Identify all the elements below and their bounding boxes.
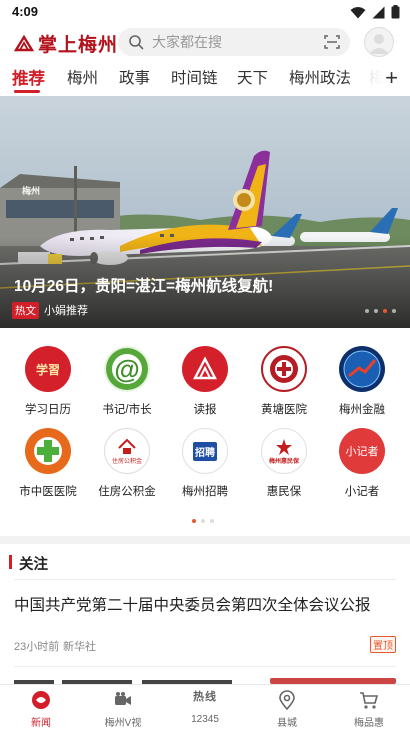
nav-news[interactable]: 新闻	[0, 685, 82, 729]
wifi-icon	[350, 6, 366, 18]
tcm-hospital-icon	[25, 428, 71, 474]
news-icon	[32, 691, 50, 709]
banner-dot	[365, 309, 369, 313]
service-young-reporter[interactable]: 小记者 小记者	[322, 428, 402, 499]
pinned-badge: 置顶	[370, 636, 396, 653]
tab-recommend[interactable]: 推荐	[12, 65, 45, 89]
follow-section: 关注 中国共产党第二十届中央委员会第四次全体会议公报 23小时前 新华社 置顶	[0, 544, 410, 684]
newspaper-icon	[182, 346, 228, 392]
nav-label: 新闻	[31, 718, 51, 729]
hotline-icon: 热线	[193, 691, 217, 703]
search-bar[interactable]: 大家都在搜	[118, 28, 350, 56]
service-secretary-mayor[interactable]: @ 书记/市长	[87, 346, 167, 417]
service-tcm-hospital[interactable]: 市中医医院	[8, 428, 88, 499]
nav-label: 梅州V视	[104, 718, 142, 729]
avatar[interactable]	[364, 27, 394, 57]
news-source: 新华社	[63, 641, 96, 653]
grid-pagination	[192, 519, 214, 523]
recruitment-icon: 招聘	[182, 428, 228, 474]
tab-world[interactable]: 天下	[237, 66, 268, 88]
divider	[14, 579, 396, 580]
service-label: 住房公积金	[98, 486, 156, 498]
service-insurance[interactable]: 梅州惠民保 惠民保	[244, 428, 324, 499]
service-label: 梅州金融	[339, 404, 385, 416]
service-label: 学习日历	[25, 404, 71, 416]
divider	[14, 666, 396, 667]
status-bar: 4:09	[0, 0, 410, 24]
next-news-partial[interactable]	[14, 674, 244, 684]
insurance-icon: 梅州惠民保	[261, 428, 307, 474]
grid-dot	[201, 519, 205, 523]
airport-sign: 梅州	[22, 185, 40, 197]
scan-icon[interactable]	[324, 34, 340, 50]
section-marker	[9, 555, 12, 569]
signal-icon	[372, 6, 385, 18]
service-label: 书记/市长	[102, 404, 152, 416]
banner-dot-active	[383, 309, 387, 313]
news-title[interactable]: 中国共产党第二十届中央委员会第四次全体会议公报	[14, 593, 394, 615]
bottom-nav: 新闻 梅州V视 热线 12345 县城 梅品惠	[0, 684, 410, 729]
service-label: 惠民保	[266, 486, 302, 498]
banner-carousel[interactable]: 梅州 10月26日，贵阳=湛江=梅州航线复航! 热文 小娟推荐	[0, 96, 410, 328]
video-icon	[115, 692, 131, 705]
app-header: 掌上梅州 大家都在搜	[0, 24, 410, 62]
at-mail-icon: @	[104, 346, 150, 392]
service-study-calendar[interactable]: 学習 学习日历	[8, 346, 88, 417]
service-huangtang-hospital[interactable]: 黄塘医院	[244, 346, 324, 417]
banner-source: 小娟推荐	[44, 305, 88, 317]
logo-text: 掌上梅州	[38, 34, 119, 56]
banner-title[interactable]: 10月26日，贵阳=湛江=梅州航线复航!	[14, 274, 273, 296]
channel-tabs: 推荐 梅州 政事 时间链 天下 梅州政法 梅 +	[0, 62, 410, 96]
study-calendar-icon: 学習	[25, 346, 71, 392]
young-reporter-icon: 小记者	[339, 428, 385, 474]
nav-video[interactable]: 梅州V视	[82, 685, 164, 729]
nav-label: 12345	[191, 714, 219, 725]
tab-meizhou[interactable]: 梅州	[67, 66, 98, 88]
service-finance[interactable]: 梅州金融	[322, 346, 402, 417]
service-housing-fund[interactable]: 住房公积金 住房公积金	[87, 428, 167, 499]
hot-tag: 热文	[12, 302, 39, 319]
banner-dot	[374, 309, 378, 313]
finance-icon	[339, 346, 385, 392]
tab-timeline[interactable]: 时间链	[171, 66, 218, 88]
grid-dot	[210, 519, 214, 523]
app-logo[interactable]: 掌上梅州	[14, 30, 118, 57]
nav-label: 梅品惠	[354, 718, 384, 729]
service-label: 市中医医院	[19, 486, 77, 498]
tab-fade	[344, 62, 384, 96]
service-label: 黄塘医院	[261, 404, 307, 416]
banner-pagination	[365, 309, 396, 313]
service-read-paper[interactable]: 读报	[165, 346, 245, 417]
location-icon	[279, 690, 295, 710]
user-icon	[369, 34, 389, 54]
service-label: 读报	[193, 404, 217, 416]
status-icons	[350, 5, 400, 19]
battery-icon	[391, 5, 400, 19]
tab-meizhou-law[interactable]: 梅州政法	[289, 66, 351, 88]
search-icon	[129, 35, 144, 50]
section-title: 关注	[19, 557, 48, 573]
service-grid: 学習 学习日历 @ 书记/市长 读报 黄塘医院 梅州金融 市中医医院 住房公积金…	[0, 328, 410, 536]
grid-dot-active	[192, 519, 196, 523]
tab-politics[interactable]: 政事	[119, 66, 150, 88]
service-recruitment[interactable]: 招聘 梅州招聘	[165, 428, 245, 499]
logo-mark-icon	[14, 34, 34, 51]
search-placeholder[interactable]: 大家都在搜	[152, 32, 324, 52]
nav-mall[interactable]: 梅品惠	[328, 685, 410, 729]
cart-icon	[360, 692, 379, 709]
nav-label: 县城	[277, 718, 297, 729]
service-label: 小记者	[344, 486, 380, 498]
service-label: 梅州招聘	[182, 486, 228, 498]
huangtang-hospital-icon	[261, 346, 307, 392]
housing-fund-icon: 住房公积金	[104, 428, 150, 474]
nav-hotline[interactable]: 热线 12345	[164, 685, 246, 729]
add-channel-icon[interactable]: +	[385, 65, 398, 91]
nav-county[interactable]: 县城	[246, 685, 328, 729]
news-time: 23小时前	[14, 641, 60, 653]
status-time: 4:09	[12, 4, 39, 19]
banner-dot	[392, 309, 396, 313]
active-tab-indicator	[14, 90, 40, 93]
